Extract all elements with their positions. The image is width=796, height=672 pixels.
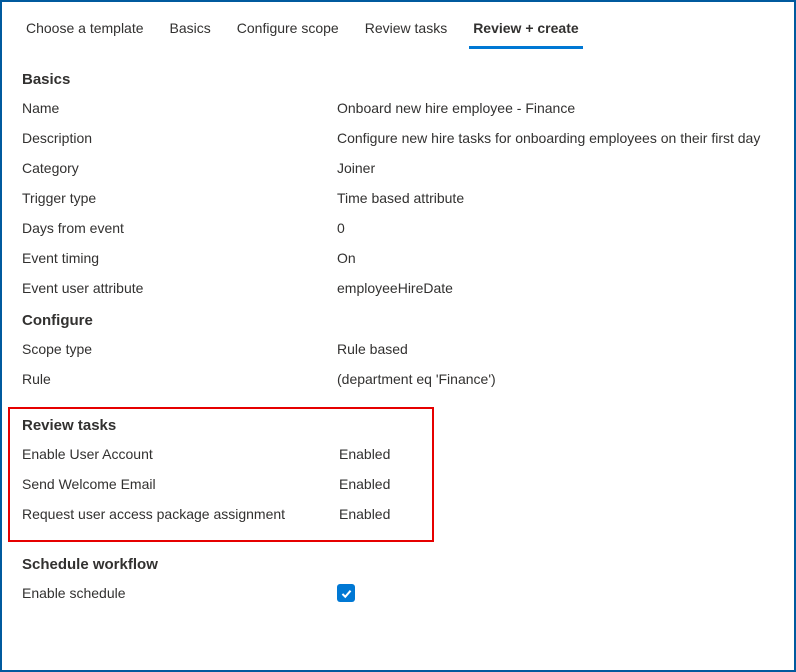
label-name: Name (22, 98, 337, 118)
tab-configure-scope[interactable]: Configure scope (233, 14, 343, 49)
label-rule: Rule (22, 369, 337, 389)
row-name: Name Onboard new hire employee - Finance (22, 98, 774, 118)
row-trigger-type: Trigger type Time based attribute (22, 188, 774, 208)
enable-schedule-checkbox[interactable] (337, 584, 355, 602)
value-category: Joiner (337, 158, 774, 178)
value-send-welcome-email: Enabled (339, 474, 420, 494)
row-enable-schedule: Enable schedule (22, 583, 774, 605)
row-description: Description Configure new hire tasks for… (22, 128, 774, 148)
value-event-timing: On (337, 248, 774, 268)
label-description: Description (22, 128, 337, 148)
value-description: Configure new hire tasks for onboarding … (337, 128, 774, 148)
row-event-user-attribute: Event user attribute employeeHireDate (22, 278, 774, 298)
label-request-access-package: Request user access package assignment (22, 504, 339, 524)
value-request-access-package: Enabled (339, 504, 420, 524)
checkmark-icon (340, 587, 353, 600)
tab-choose-template[interactable]: Choose a template (22, 14, 148, 49)
row-enable-user-account: Enable User Account Enabled (22, 444, 420, 464)
schedule-workflow-section: Schedule workflow Enable schedule (22, 556, 774, 605)
row-rule: Rule (department eq 'Finance') (22, 369, 774, 389)
row-scope-type: Scope type Rule based (22, 339, 774, 359)
section-title-basics: Basics (22, 71, 774, 88)
row-days-from-event: Days from event 0 (22, 218, 774, 238)
value-event-user-attribute: employeeHireDate (337, 278, 774, 298)
tabs-bar: Choose a template Basics Configure scope… (2, 2, 794, 49)
label-days-from-event: Days from event (22, 218, 337, 238)
value-name: Onboard new hire employee - Finance (337, 98, 774, 118)
label-event-user-attribute: Event user attribute (22, 278, 337, 298)
row-request-access-package: Request user access package assignment E… (22, 504, 420, 524)
value-trigger-type: Time based attribute (337, 188, 774, 208)
row-category: Category Joiner (22, 158, 774, 178)
label-scope-type: Scope type (22, 339, 337, 359)
value-scope-type: Rule based (337, 339, 774, 359)
row-event-timing: Event timing On (22, 248, 774, 268)
tab-review-create[interactable]: Review + create (469, 14, 582, 49)
section-title-configure: Configure (22, 312, 774, 329)
tab-review-tasks[interactable]: Review tasks (361, 14, 451, 49)
label-enable-schedule: Enable schedule (22, 583, 337, 603)
value-days-from-event: 0 (337, 218, 774, 238)
value-rule: (department eq 'Finance') (337, 369, 774, 389)
section-title-review-tasks: Review tasks (22, 417, 420, 434)
label-send-welcome-email: Send Welcome Email (22, 474, 339, 494)
section-title-schedule-workflow: Schedule workflow (22, 556, 774, 573)
value-enable-schedule (337, 583, 774, 605)
content-area: Basics Name Onboard new hire employee - … (2, 49, 794, 605)
label-enable-user-account: Enable User Account (22, 444, 339, 464)
label-event-timing: Event timing (22, 248, 337, 268)
label-trigger-type: Trigger type (22, 188, 337, 208)
row-send-welcome-email: Send Welcome Email Enabled (22, 474, 420, 494)
tab-basics[interactable]: Basics (166, 14, 215, 49)
review-tasks-highlight-box: Review tasks Enable User Account Enabled… (8, 407, 434, 542)
label-category: Category (22, 158, 337, 178)
value-enable-user-account: Enabled (339, 444, 420, 464)
